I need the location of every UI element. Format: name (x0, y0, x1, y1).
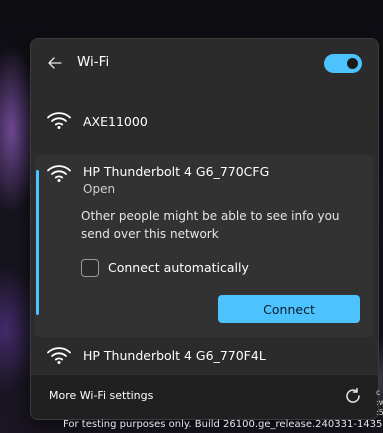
network-name: HP Thunderbolt 4 G6_770F4L (83, 348, 266, 363)
connect-automatically-label[interactable]: Connect automatically (108, 260, 249, 275)
network-item-expanded[interactable]: HP Thunderbolt 4 G6_770CFG Open Other pe… (35, 155, 374, 337)
wifi-icon (47, 165, 71, 182)
more-wifi-settings-link[interactable]: More Wi-Fi settings (49, 389, 153, 402)
refresh-button[interactable] (342, 385, 364, 407)
wifi-icon (47, 112, 71, 129)
open-network-warning: Other people might be able to see info y… (81, 209, 340, 241)
connect-button[interactable]: Connect (218, 295, 360, 323)
connect-automatically-checkbox[interactable] (81, 259, 99, 277)
network-item[interactable]: HP Thunderbolt 4 G6_770F4L (31, 335, 378, 379)
flyout-title: Wi-Fi (77, 54, 110, 70)
back-arrow-icon (48, 57, 62, 69)
flyout-footer: More Wi-Fi settings (31, 374, 378, 419)
flyout-header: Wi-Fi (31, 39, 378, 87)
network-item[interactable]: AXE11000 (31, 99, 378, 143)
wifi-toggle[interactable] (324, 54, 362, 73)
refresh-icon (346, 387, 360, 403)
wifi-flyout: Wi-Fi AXE11000 HP Thunderbolt 4 G6_770CF… (30, 38, 379, 420)
selection-indicator (36, 170, 39, 315)
network-name: HP Thunderbolt 4 G6_770CFG (83, 164, 270, 179)
back-button[interactable] (41, 51, 69, 75)
network-name: AXE11000 (83, 114, 148, 129)
toggle-knob (347, 58, 358, 69)
wifi-icon (47, 347, 71, 364)
network-security-status: Open (83, 182, 116, 196)
background-text-fragment: c:w:5 (376, 388, 383, 417)
build-watermark: For testing purposes only. Build 26100.g… (63, 419, 383, 430)
